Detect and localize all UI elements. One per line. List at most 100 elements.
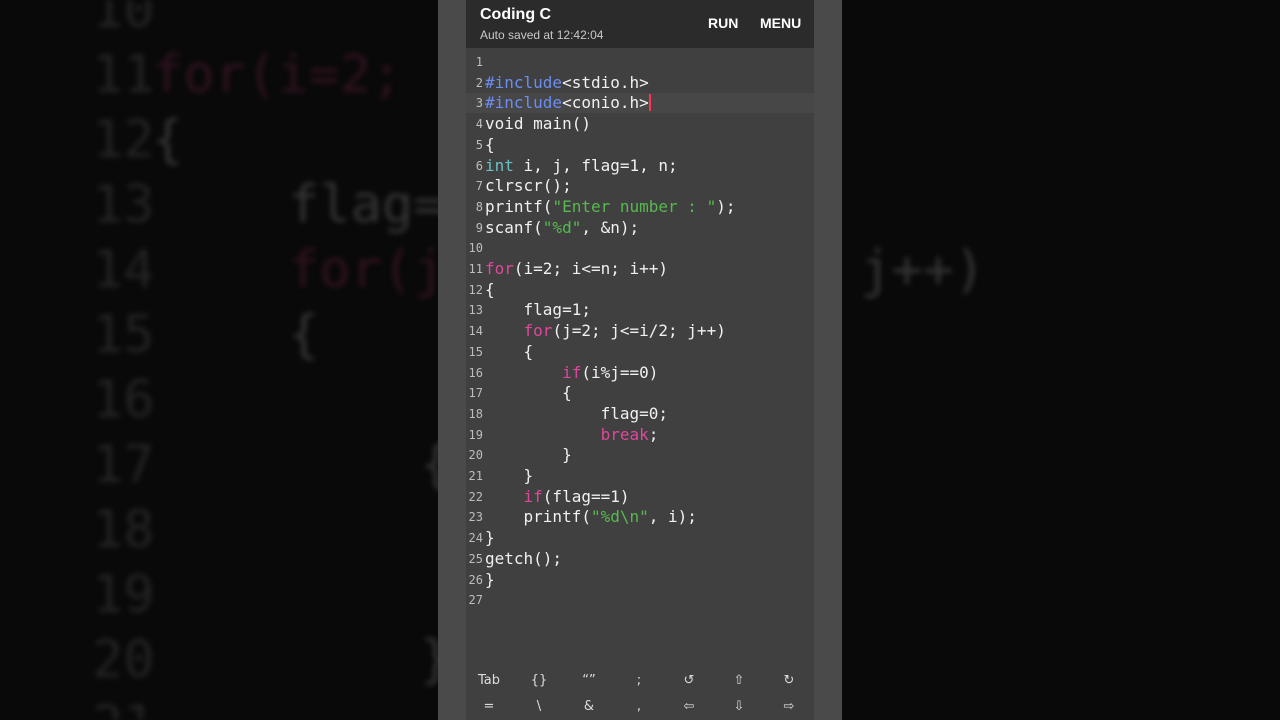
string-token: "%d" <box>542 217 582 237</box>
arrow-left-icon[interactable]: ⇦ <box>669 699 709 714</box>
code-line[interactable]: 4 void main() <box>466 114 814 134</box>
code-line[interactable]: 8 printf("Enter number : "); <box>466 197 814 217</box>
line-content: { <box>485 383 572 403</box>
line-content: } <box>485 528 495 548</box>
line-number: 14 <box>468 324 483 339</box>
code-line[interactable]: 16 if(i%j==0) <box>466 363 814 383</box>
code-token: flag=1; <box>523 300 591 320</box>
braces-key[interactable]: {} <box>519 673 559 688</box>
code-line[interactable]: 27 <box>466 590 814 610</box>
arrow-right-icon[interactable]: ⇨ <box>769 699 809 714</box>
app-title: Coding C <box>480 6 552 23</box>
code-token: getch(); <box>485 548 563 568</box>
code-line[interactable]: 11 for(i=2; i<=n; i++) <box>466 259 814 279</box>
code-line[interactable]: 3 #include<conio.h> <box>466 93 814 114</box>
comma-key[interactable]: , <box>619 699 659 714</box>
code-line[interactable]: 5{ <box>466 135 814 155</box>
code-token: printf( <box>523 507 591 527</box>
line-number: 13 <box>468 303 483 318</box>
arrow-up-icon[interactable]: ⇧ <box>719 673 759 688</box>
code-editor[interactable]: 1 2 #include<stdio.h> 3 #include<conio.h> 4 vo… <box>466 48 814 668</box>
menu-button[interactable]: MENU <box>760 15 801 31</box>
line-number: 17 <box>468 386 483 401</box>
line-content: } <box>485 466 534 486</box>
equals-key[interactable]: = <box>469 699 509 714</box>
code-token: i, j, flag=1, n; <box>513 155 678 175</box>
code-token: (j=2; j<=i/2; j++) <box>552 321 726 341</box>
code-line[interactable]: 15 { <box>466 342 814 362</box>
app-bar: Coding C Auto saved at 12:42:04 RUN MENU <box>466 0 814 48</box>
code-token: <stdio.h> <box>562 72 649 92</box>
line-number: 22 <box>468 489 483 504</box>
backslash-key[interactable]: \ <box>519 699 559 714</box>
code-token: { <box>485 134 495 154</box>
code-line[interactable]: 18 flag=0; <box>466 404 814 424</box>
line-content: if(i%j==0) <box>485 363 658 383</box>
semicolon-key[interactable]: ; <box>619 673 659 688</box>
code-line[interactable]: 20 } <box>466 445 814 465</box>
code-line[interactable]: 13 flag=1; <box>466 300 814 320</box>
line-content: #include<stdio.h> <box>485 73 649 93</box>
preprocessor-token: #include <box>485 93 563 113</box>
code-token: void main() <box>485 114 591 134</box>
code-line[interactable]: 22 if(flag==1) <box>466 487 814 507</box>
line-content: { <box>485 341 534 362</box>
code-line[interactable]: 14 for(j=2; j<=i/2; j++) <box>466 321 814 341</box>
ampersand-key[interactable]: & <box>569 699 609 714</box>
keyword-token: for <box>485 259 514 278</box>
line-number: 23 <box>468 510 483 525</box>
code-token: printf( <box>485 196 553 216</box>
code-token: , i); <box>648 507 697 527</box>
run-button[interactable]: RUN <box>708 15 738 31</box>
line-content: printf("%d\n", i); <box>485 507 697 527</box>
code-line[interactable]: 12{ <box>466 280 814 300</box>
line-number: 24 <box>468 531 483 546</box>
line-content: getch(); <box>485 549 562 569</box>
code-line[interactable]: 24} <box>466 528 814 548</box>
line-number: 25 <box>468 551 483 566</box>
line-number: 8 <box>475 199 483 214</box>
code-token: (i%j==0) <box>581 362 659 382</box>
code-line[interactable]: 19 break; <box>466 425 814 445</box>
quotes-key[interactable]: “” <box>569 673 609 688</box>
tab-key[interactable]: Tab <box>469 673 509 688</box>
keyword-token: for <box>523 321 553 341</box>
code-line[interactable]: 17 { <box>466 383 814 403</box>
line-number: 2 <box>475 75 483 90</box>
line-number: 21 <box>468 469 483 483</box>
redo-icon[interactable]: ↻ <box>769 673 809 688</box>
line-content: flag=1; <box>485 300 591 320</box>
left-shade <box>0 0 438 720</box>
line-number: 12 <box>468 282 483 297</box>
line-content: flag=0; <box>485 404 668 424</box>
code-token: flag=0; <box>600 403 669 423</box>
right-shade <box>842 0 1280 720</box>
line-number: 5 <box>475 137 483 152</box>
code-token: scanf( <box>485 217 543 237</box>
line-number: 6 <box>475 158 483 173</box>
code-line[interactable]: 9 scanf("%d", &n); <box>466 218 814 238</box>
line-content: void main() <box>485 114 591 134</box>
code-line[interactable]: 23 printf("%d\n", i); <box>466 507 814 527</box>
code-line[interactable]: 6 int i, j, flag=1, n; <box>466 156 814 176</box>
code-line[interactable]: 2 #include<stdio.h> <box>466 73 814 93</box>
code-token: { <box>485 279 495 299</box>
code-token: ; <box>648 424 659 444</box>
code-line[interactable]: 21 } <box>466 466 814 486</box>
code-line[interactable]: 26} <box>466 570 814 590</box>
code-line[interactable]: 10 <box>466 238 814 258</box>
code-token: } <box>523 466 534 485</box>
code-token: { <box>562 383 572 403</box>
line-content: } <box>485 445 572 465</box>
code-token: { <box>523 341 534 361</box>
line-number: 4 <box>475 117 483 132</box>
undo-icon[interactable]: ↺ <box>669 673 709 688</box>
line-content: #include<conio.h> <box>485 93 651 113</box>
arrow-down-icon[interactable]: ⇩ <box>719 699 759 714</box>
code-line[interactable]: 7 clrscr(); <box>466 176 814 196</box>
keyword-token: if <box>523 486 543 506</box>
line-number: 7 <box>475 179 483 194</box>
code-token: ); <box>716 196 736 216</box>
code-line[interactable]: 25 getch(); <box>466 549 814 569</box>
code-line[interactable]: 1 <box>466 52 814 72</box>
